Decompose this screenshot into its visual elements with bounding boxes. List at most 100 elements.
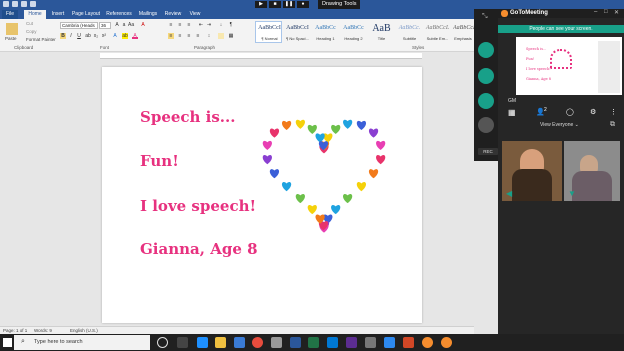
- copy-button[interactable]: Copy: [26, 29, 37, 34]
- popout-icon[interactable]: ⧉: [610, 121, 615, 129]
- strikethrough-icon[interactable]: ab: [85, 33, 91, 39]
- windows-start-icon[interactable]: [3, 338, 12, 347]
- chat-icon[interactable]: ◯: [566, 108, 574, 116]
- minimize-icon[interactable]: –: [594, 9, 597, 15]
- style-title[interactable]: AaB Title: [367, 21, 394, 43]
- close-icon[interactable]: ✕: [614, 9, 619, 16]
- shading-icon[interactable]: [218, 33, 224, 39]
- tab-file[interactable]: File: [2, 10, 18, 19]
- bold-icon[interactable]: B: [60, 33, 66, 39]
- shrink-font-icon[interactable]: a: [121, 22, 127, 28]
- taskbar-search-box[interactable]: ⌕ Type here to search: [14, 335, 150, 350]
- style-heading-1[interactable]: AaBbCc Heading 1: [311, 21, 338, 43]
- edge-icon[interactable]: [197, 337, 208, 348]
- undo-icon[interactable]: [21, 1, 27, 7]
- style-normal[interactable]: AaBbCcI ¶ Normal: [255, 21, 282, 43]
- justify-icon[interactable]: ≡: [195, 33, 201, 39]
- cortana-icon[interactable]: [157, 337, 168, 348]
- bullets-icon[interactable]: ≡: [168, 22, 174, 28]
- style-heading-2[interactable]: AaBbCc Heading 2: [339, 21, 366, 43]
- doc-line-2[interactable]: Fun!: [140, 152, 179, 170]
- play-icon[interactable]: ▶: [255, 1, 267, 8]
- pause-icon[interactable]: ❚❚: [283, 1, 295, 8]
- shared-screen-preview[interactable]: Speech is... Fun! I love speech! Gianna,…: [516, 37, 622, 95]
- page-count[interactable]: Page: 1 of 1: [3, 328, 27, 333]
- word-icon[interactable]: [290, 337, 301, 348]
- increase-indent-icon[interactable]: ⇥: [206, 22, 212, 28]
- app-icon[interactable]: [365, 337, 376, 348]
- paste-button[interactable]: Paste: [5, 36, 17, 41]
- settings-icon[interactable]: ⚙: [590, 108, 596, 116]
- highlight-icon[interactable]: ab: [122, 33, 128, 39]
- align-left-icon[interactable]: ≡: [168, 33, 174, 39]
- webcam-tile-organizer[interactable]: ◀: [502, 141, 562, 201]
- font-name-select[interactable]: Cambria (Heads: [60, 22, 98, 29]
- underline-icon[interactable]: U: [76, 33, 82, 39]
- style-subtitle[interactable]: AaBbCc. Subtitle: [395, 21, 422, 43]
- grid-view-icon[interactable]: ▦: [508, 108, 516, 117]
- mail-icon[interactable]: [327, 337, 338, 348]
- doc-line-4[interactable]: Gianna, Age 8: [140, 240, 258, 258]
- leave-call-icon[interactable]: [478, 117, 494, 133]
- change-case-icon[interactable]: Aa: [128, 22, 134, 28]
- save-icon[interactable]: [12, 1, 18, 7]
- paste-icon[interactable]: [6, 23, 18, 35]
- collapse-icon[interactable]: ⤡: [482, 13, 488, 21]
- font-color-icon[interactable]: A: [132, 33, 138, 39]
- align-right-icon[interactable]: ≡: [186, 33, 192, 39]
- tab-review[interactable]: Review: [162, 10, 184, 19]
- word-count[interactable]: Words: 9: [34, 328, 52, 333]
- tab-view[interactable]: View: [186, 10, 204, 19]
- numbering-icon[interactable]: ≡: [177, 22, 183, 28]
- borders-icon[interactable]: ▦: [228, 33, 234, 39]
- screen-share-icon[interactable]: [478, 93, 494, 109]
- show-formatting-icon[interactable]: ¶: [228, 22, 234, 28]
- gotomeeting-taskbar-icon[interactable]: [441, 337, 452, 348]
- font-size-select[interactable]: 36: [99, 22, 111, 29]
- language-indicator[interactable]: English (U.S.): [70, 328, 98, 333]
- align-center-icon[interactable]: ≡: [177, 33, 183, 39]
- rec-button[interactable]: REC: [478, 148, 498, 155]
- clear-format-icon[interactable]: A: [140, 22, 146, 28]
- document-page[interactable]: Speech is... Fun! I love speech! Gianna,…: [102, 67, 422, 323]
- maximize-icon[interactable]: □: [604, 9, 608, 15]
- text-effects-icon[interactable]: A: [112, 33, 118, 39]
- excel-icon[interactable]: [308, 337, 319, 348]
- line-spacing-icon[interactable]: ↕: [206, 33, 212, 39]
- style-subtle-emphasis[interactable]: AaBbCcL Subtle Em...: [423, 21, 450, 43]
- vertical-scrollbar[interactable]: [462, 60, 472, 323]
- horizontal-ruler[interactable]: [100, 53, 422, 59]
- gotomeeting-taskbar-icon[interactable]: [422, 337, 433, 348]
- superscript-icon[interactable]: x²: [101, 33, 107, 39]
- doc-line-1[interactable]: Speech is...: [140, 108, 235, 126]
- italic-icon[interactable]: I: [68, 33, 74, 39]
- tab-references[interactable]: References: [104, 10, 134, 19]
- grow-font-icon[interactable]: A: [114, 22, 120, 28]
- more-options-icon[interactable]: ⋮: [610, 108, 617, 116]
- format-painter-button[interactable]: Format Painter: [26, 37, 56, 42]
- app-icon[interactable]: [271, 337, 282, 348]
- subscript-icon[interactable]: x₂: [93, 33, 99, 39]
- file-explorer-icon[interactable]: [215, 337, 226, 348]
- tab-home[interactable]: Home: [24, 10, 46, 19]
- camera-icon[interactable]: [478, 68, 494, 84]
- multilevel-list-icon[interactable]: ≡: [186, 22, 192, 28]
- style-no-spacing[interactable]: AaBbCcI ¶ No Spaci...: [283, 21, 310, 43]
- store-icon[interactable]: [234, 337, 245, 348]
- powerpoint-icon[interactable]: [403, 337, 414, 348]
- style-emphasis[interactable]: AaBbCcL Emphasis: [451, 21, 474, 43]
- rainbow-heart-image[interactable]: [260, 115, 388, 239]
- sort-icon[interactable]: ↓: [218, 22, 224, 28]
- onenote-icon[interactable]: [346, 337, 357, 348]
- webcam-tile-student[interactable]: ▼: [564, 141, 620, 201]
- task-view-icon[interactable]: [177, 337, 188, 348]
- tab-mailings[interactable]: Mailings: [136, 10, 160, 19]
- cut-button[interactable]: Cut: [26, 21, 33, 26]
- decrease-indent-icon[interactable]: ⇤: [198, 22, 204, 28]
- tab-insert[interactable]: Insert: [48, 10, 68, 19]
- microphone-icon[interactable]: [478, 42, 494, 58]
- stop-icon[interactable]: ■: [269, 1, 281, 8]
- tab-page-layout[interactable]: Page Layout: [70, 10, 102, 19]
- redo-icon[interactable]: [30, 1, 36, 7]
- chrome-icon[interactable]: [252, 337, 263, 348]
